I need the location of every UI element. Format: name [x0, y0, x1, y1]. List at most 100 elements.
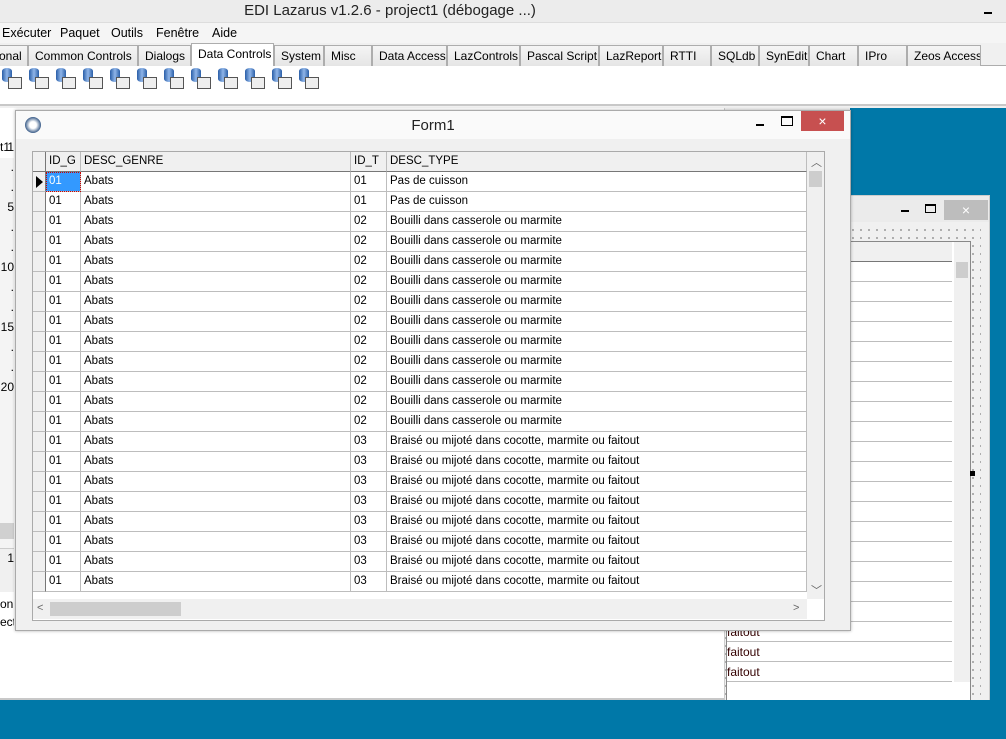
row-indicator[interactable]: [33, 452, 46, 472]
grid-cell[interactable]: Braisé ou mijoté dans cocotte, marmite o…: [387, 472, 807, 492]
grid-cell[interactable]: Abats: [81, 432, 351, 452]
grid-cell[interactable]: 01: [46, 572, 81, 592]
row-indicator[interactable]: [33, 272, 46, 292]
row-indicator[interactable]: [33, 232, 46, 252]
grid-cell[interactable]: Abats: [81, 452, 351, 472]
minimize-button[interactable]: [753, 115, 767, 129]
grid-cell[interactable]: 02: [351, 352, 387, 372]
row-indicator[interactable]: [33, 252, 46, 272]
tab-dialogs[interactable]: Dialogs: [138, 45, 191, 66]
row-indicator[interactable]: [33, 552, 46, 572]
scroll-down-icon[interactable]: ﹀: [811, 582, 822, 598]
grid-cell[interactable]: Abats: [81, 252, 351, 272]
dbcalendar-icon[interactable]: [244, 68, 266, 92]
grid-cell[interactable]: 02: [351, 232, 387, 252]
grid-cell[interactable]: Bouilli dans casserole ou marmite: [387, 352, 807, 372]
tab-chart[interactable]: Chart: [809, 45, 858, 66]
grid-cell[interactable]: 02: [351, 372, 387, 392]
column-header-desc-genre[interactable]: DESC_GENRE: [81, 152, 351, 172]
dbgrid[interactable]: ︿ ﹀ < > ID_G DESC_GENRE ID_T DESC_TYPE 01 Aba…: [32, 151, 825, 621]
grid-cell[interactable]: 03: [351, 492, 387, 512]
scrollbar-thumb[interactable]: [50, 602, 181, 616]
menu-item[interactable]: Fenêtre: [156, 26, 199, 40]
grid-cell[interactable]: Bouilli dans casserole ou marmite: [387, 372, 807, 392]
grid-cell[interactable]: 01: [351, 192, 387, 212]
grid-cell[interactable]: Braisé ou mijoté dans cocotte, marmite o…: [387, 532, 807, 552]
row-indicator[interactable]: [33, 332, 46, 352]
grid-cell[interactable]: Abats: [81, 312, 351, 332]
tab-zeos-access[interactable]: Zeos Access: [907, 45, 981, 66]
grid-cell[interactable]: 01: [46, 352, 81, 372]
grid-cell[interactable]: Braisé ou mijoté dans cocotte, marmite o…: [387, 492, 807, 512]
minimize-button[interactable]: [982, 4, 996, 16]
row-indicator[interactable]: [33, 312, 46, 332]
grid-cell[interactable]: Bouilli dans casserole ou marmite: [387, 312, 807, 332]
tab-system[interactable]: System: [274, 45, 324, 66]
grid-cell[interactable]: 01: [46, 412, 81, 432]
grid-cell[interactable]: 03: [351, 572, 387, 592]
row-indicator[interactable]: [33, 432, 46, 452]
tab-lazreport[interactable]: LazReport: [599, 45, 663, 66]
grid-cell[interactable]: Abats: [81, 232, 351, 252]
close-button[interactable]: ×: [801, 111, 844, 131]
grid-cell[interactable]: 01: [46, 332, 81, 352]
grid-cell[interactable]: Pas de cuisson: [387, 172, 807, 192]
grid-cell[interactable]: Bouilli dans casserole ou marmite: [387, 392, 807, 412]
grid-cell[interactable]: 01: [46, 512, 81, 532]
grid-cell[interactable]: Braisé ou mijoté dans cocotte, marmite o…: [387, 512, 807, 532]
grid-cell[interactable]: 01: [46, 252, 81, 272]
grid-cell[interactable]: Abats: [81, 372, 351, 392]
grid-cell[interactable]: Braisé ou mijoté dans cocotte, marmite o…: [387, 572, 807, 592]
grid-cell[interactable]: Abats: [81, 212, 351, 232]
row-indicator[interactable]: [33, 492, 46, 512]
grid-cell[interactable]: 02: [351, 392, 387, 412]
tab-pascal-script[interactable]: Pascal Script: [520, 45, 599, 66]
dbedit-icon[interactable]: [28, 68, 50, 92]
row-indicator[interactable]: [33, 532, 46, 552]
grid-cell[interactable]: 03: [351, 532, 387, 552]
grid-cell[interactable]: Abats: [81, 532, 351, 552]
grid-cell[interactable]: 01: [46, 532, 81, 552]
grid-cell[interactable]: 01: [46, 432, 81, 452]
grid-cell[interactable]: 02: [351, 332, 387, 352]
scroll-left-icon[interactable]: <: [37, 602, 43, 614]
dbtext-icon[interactable]: [1, 68, 23, 92]
grid-cell[interactable]: Abats: [81, 192, 351, 212]
row-indicator[interactable]: [33, 192, 46, 212]
dblookuplistbox-icon[interactable]: [109, 68, 131, 92]
grid-cell[interactable]: 02: [351, 412, 387, 432]
row-indicator[interactable]: [33, 572, 46, 592]
tab-data-access[interactable]: Data Access: [372, 45, 447, 66]
dbcombobox-icon[interactable]: [136, 68, 158, 92]
grid-cell[interactable]: 03: [351, 452, 387, 472]
scroll-up-icon[interactable]: ︿: [811, 154, 822, 170]
tab-onal[interactable]: onal: [0, 45, 28, 66]
grid-cell[interactable]: 01: [46, 232, 81, 252]
dbradiogroup-icon[interactable]: [217, 68, 239, 92]
row-indicator[interactable]: [33, 392, 46, 412]
grid-cell[interactable]: Pas de cuisson: [387, 192, 807, 212]
resize-handle[interactable]: [970, 471, 975, 476]
row-indicator[interactable]: [33, 292, 46, 312]
grid-cell[interactable]: 03: [351, 432, 387, 452]
grid-cell[interactable]: Bouilli dans casserole ou marmite: [387, 252, 807, 272]
grid-cell[interactable]: 01: [46, 192, 81, 212]
grid-cell[interactable]: Bouilli dans casserole ou marmite: [387, 212, 807, 232]
grid-cell[interactable]: 01: [46, 472, 81, 492]
grid-cell[interactable]: 01: [46, 312, 81, 332]
vertical-scrollbar[interactable]: ︿ ﹀: [807, 152, 824, 599]
horizontal-scrollbar[interactable]: < >: [33, 599, 807, 619]
grid-cell[interactable]: 02: [351, 312, 387, 332]
grid-cell[interactable]: 03: [351, 552, 387, 572]
grid-cell[interactable]: 02: [351, 212, 387, 232]
grid-cell[interactable]: Abats: [81, 392, 351, 412]
grid-cell[interactable]: 01: [46, 172, 81, 192]
dblistbox-icon[interactable]: [82, 68, 104, 92]
tab-synedit[interactable]: SynEdit: [759, 45, 809, 66]
menu-item[interactable]: Exécuter: [2, 26, 51, 40]
row-indicator[interactable]: [33, 172, 46, 192]
tab-lazcontrols[interactable]: LazControls: [447, 45, 520, 66]
menu-item[interactable]: Aide: [212, 26, 237, 40]
dbgrid-icon[interactable]: [298, 68, 320, 92]
grid-cell[interactable]: Abats: [81, 352, 351, 372]
